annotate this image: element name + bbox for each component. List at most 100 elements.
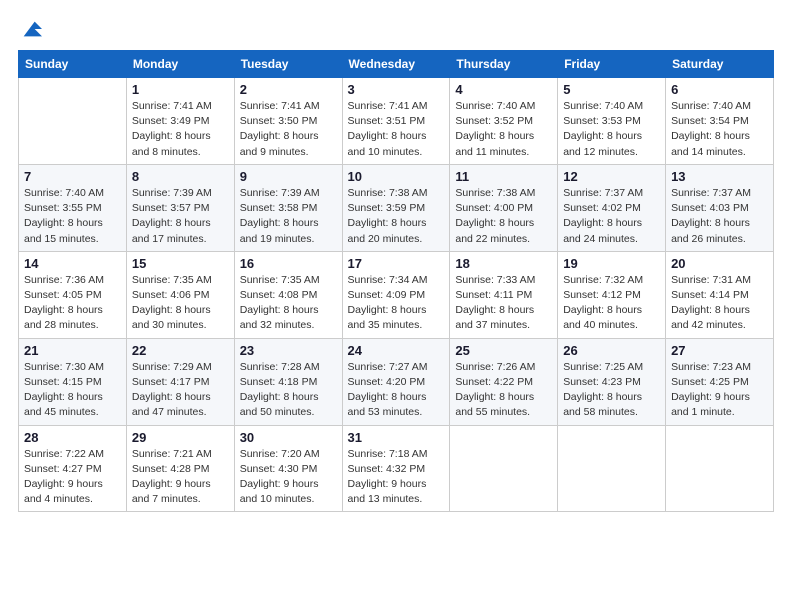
day-number: 28	[24, 430, 121, 445]
day-info: Sunrise: 7:26 AMSunset: 4:22 PMDaylight:…	[455, 360, 552, 421]
day-info: Sunrise: 7:40 AMSunset: 3:52 PMDaylight:…	[455, 99, 552, 160]
day-info: Sunrise: 7:41 AMSunset: 3:50 PMDaylight:…	[240, 99, 337, 160]
day-info: Sunrise: 7:40 AMSunset: 3:53 PMDaylight:…	[563, 99, 660, 160]
day-number: 5	[563, 82, 660, 97]
day-number: 24	[348, 343, 445, 358]
day-info: Sunrise: 7:34 AMSunset: 4:09 PMDaylight:…	[348, 273, 445, 334]
day-cell-13: 13 Sunrise: 7:37 AMSunset: 4:03 PMDayligh…	[666, 164, 774, 251]
day-cell-14: 14 Sunrise: 7:36 AMSunset: 4:05 PMDayligh…	[19, 251, 127, 338]
day-number: 26	[563, 343, 660, 358]
day-info: Sunrise: 7:38 AMSunset: 3:59 PMDaylight:…	[348, 186, 445, 247]
day-number: 4	[455, 82, 552, 97]
week-row-0: 1 Sunrise: 7:41 AMSunset: 3:49 PMDaylight…	[19, 78, 774, 165]
day-info: Sunrise: 7:27 AMSunset: 4:20 PMDaylight:…	[348, 360, 445, 421]
empty-cell	[666, 425, 774, 512]
day-number: 14	[24, 256, 121, 271]
day-number: 22	[132, 343, 229, 358]
day-info: Sunrise: 7:40 AMSunset: 3:55 PMDaylight:…	[24, 186, 121, 247]
day-cell-10: 10 Sunrise: 7:38 AMSunset: 3:59 PMDayligh…	[342, 164, 450, 251]
weekday-header-saturday: Saturday	[666, 51, 774, 78]
day-number: 9	[240, 169, 337, 184]
day-cell-26: 26Sunrise: 7:25 AMSunset: 4:23 PMDayligh…	[558, 338, 666, 425]
day-cell-29: 29 Sunrise: 7:21 AMSunset: 4:28 PMDayligh…	[126, 425, 234, 512]
day-cell-6: 6 Sunrise: 7:40 AMSunset: 3:54 PMDaylight…	[666, 78, 774, 165]
day-info: Sunrise: 7:30 AMSunset: 4:15 PMDaylight:…	[24, 360, 121, 421]
day-number: 19	[563, 256, 660, 271]
day-cell-16: 16 Sunrise: 7:35 AMSunset: 4:08 PMDayligh…	[234, 251, 342, 338]
day-info: Sunrise: 7:18 AMSunset: 4:32 PMDaylight:…	[348, 447, 445, 508]
weekday-header-wednesday: Wednesday	[342, 51, 450, 78]
day-cell-5: 5 Sunrise: 7:40 AMSunset: 3:53 PMDaylight…	[558, 78, 666, 165]
day-info: Sunrise: 7:35 AMSunset: 4:06 PMDaylight:…	[132, 273, 229, 334]
day-cell-15: 15 Sunrise: 7:35 AMSunset: 4:06 PMDayligh…	[126, 251, 234, 338]
day-number: 3	[348, 82, 445, 97]
day-cell-30: 30 Sunrise: 7:20 AMSunset: 4:30 PMDayligh…	[234, 425, 342, 512]
empty-cell	[450, 425, 558, 512]
day-info: Sunrise: 7:37 AMSunset: 4:03 PMDaylight:…	[671, 186, 768, 247]
calendar-table: SundayMondayTuesdayWednesdayThursdayFrid…	[18, 50, 774, 512]
day-info: Sunrise: 7:32 AMSunset: 4:12 PMDaylight:…	[563, 273, 660, 334]
weekday-header-monday: Monday	[126, 51, 234, 78]
day-info: Sunrise: 7:31 AMSunset: 4:14 PMDaylight:…	[671, 273, 768, 334]
week-row-1: 7 Sunrise: 7:40 AMSunset: 3:55 PMDaylight…	[19, 164, 774, 251]
day-number: 16	[240, 256, 337, 271]
weekday-header-sunday: Sunday	[19, 51, 127, 78]
day-cell-12: 12Sunrise: 7:37 AMSunset: 4:02 PMDayligh…	[558, 164, 666, 251]
day-cell-2: 2 Sunrise: 7:41 AMSunset: 3:50 PMDaylight…	[234, 78, 342, 165]
day-cell-11: 11 Sunrise: 7:38 AMSunset: 4:00 PMDayligh…	[450, 164, 558, 251]
day-number: 27	[671, 343, 768, 358]
day-cell-7: 7 Sunrise: 7:40 AMSunset: 3:55 PMDaylight…	[19, 164, 127, 251]
day-number: 29	[132, 430, 229, 445]
day-cell-28: 28Sunrise: 7:22 AMSunset: 4:27 PMDayligh…	[19, 425, 127, 512]
day-info: Sunrise: 7:41 AMSunset: 3:49 PMDaylight:…	[132, 99, 229, 160]
day-number: 1	[132, 82, 229, 97]
day-number: 20	[671, 256, 768, 271]
day-number: 25	[455, 343, 552, 358]
day-number: 31	[348, 430, 445, 445]
day-info: Sunrise: 7:28 AMSunset: 4:18 PMDaylight:…	[240, 360, 337, 421]
weekday-header-thursday: Thursday	[450, 51, 558, 78]
day-info: Sunrise: 7:20 AMSunset: 4:30 PMDaylight:…	[240, 447, 337, 508]
day-number: 18	[455, 256, 552, 271]
day-info: Sunrise: 7:21 AMSunset: 4:28 PMDaylight:…	[132, 447, 229, 508]
day-cell-31: 31 Sunrise: 7:18 AMSunset: 4:32 PMDayligh…	[342, 425, 450, 512]
day-cell-18: 18 Sunrise: 7:33 AMSunset: 4:11 PMDayligh…	[450, 251, 558, 338]
day-info: Sunrise: 7:33 AMSunset: 4:11 PMDaylight:…	[455, 273, 552, 334]
day-info: Sunrise: 7:35 AMSunset: 4:08 PMDaylight:…	[240, 273, 337, 334]
day-cell-27: 27 Sunrise: 7:23 AMSunset: 4:25 PMDayligh…	[666, 338, 774, 425]
day-cell-9: 9Sunrise: 7:39 AMSunset: 3:58 PMDaylight…	[234, 164, 342, 251]
weekday-header-tuesday: Tuesday	[234, 51, 342, 78]
day-number: 30	[240, 430, 337, 445]
day-cell-1: 1 Sunrise: 7:41 AMSunset: 3:49 PMDaylight…	[126, 78, 234, 165]
week-row-3: 21 Sunrise: 7:30 AMSunset: 4:15 PMDayligh…	[19, 338, 774, 425]
weekday-header-friday: Friday	[558, 51, 666, 78]
day-info: Sunrise: 7:39 AMSunset: 3:57 PMDaylight:…	[132, 186, 229, 247]
day-number: 12	[563, 169, 660, 184]
day-cell-21: 21 Sunrise: 7:30 AMSunset: 4:15 PMDayligh…	[19, 338, 127, 425]
logo-icon	[20, 18, 42, 40]
day-number: 8	[132, 169, 229, 184]
day-number: 15	[132, 256, 229, 271]
day-cell-23: 23Sunrise: 7:28 AMSunset: 4:18 PMDayligh…	[234, 338, 342, 425]
day-number: 10	[348, 169, 445, 184]
day-info: Sunrise: 7:40 AMSunset: 3:54 PMDaylight:…	[671, 99, 768, 160]
day-number: 7	[24, 169, 121, 184]
day-cell-24: 24 Sunrise: 7:27 AMSunset: 4:20 PMDayligh…	[342, 338, 450, 425]
empty-cell	[19, 78, 127, 165]
logo	[18, 18, 42, 40]
day-number: 13	[671, 169, 768, 184]
day-cell-17: 17Sunrise: 7:34 AMSunset: 4:09 PMDayligh…	[342, 251, 450, 338]
day-info: Sunrise: 7:23 AMSunset: 4:25 PMDaylight:…	[671, 360, 768, 421]
day-info: Sunrise: 7:36 AMSunset: 4:05 PMDaylight:…	[24, 273, 121, 334]
empty-cell	[558, 425, 666, 512]
day-cell-3: 3 Sunrise: 7:41 AMSunset: 3:51 PMDaylight…	[342, 78, 450, 165]
day-number: 21	[24, 343, 121, 358]
day-cell-20: 20 Sunrise: 7:31 AMSunset: 4:14 PMDayligh…	[666, 251, 774, 338]
day-number: 2	[240, 82, 337, 97]
weekday-header-row: SundayMondayTuesdayWednesdayThursdayFrid…	[19, 51, 774, 78]
day-info: Sunrise: 7:41 AMSunset: 3:51 PMDaylight:…	[348, 99, 445, 160]
day-number: 11	[455, 169, 552, 184]
day-number: 6	[671, 82, 768, 97]
day-cell-19: 19 Sunrise: 7:32 AMSunset: 4:12 PMDayligh…	[558, 251, 666, 338]
day-info: Sunrise: 7:38 AMSunset: 4:00 PMDaylight:…	[455, 186, 552, 247]
